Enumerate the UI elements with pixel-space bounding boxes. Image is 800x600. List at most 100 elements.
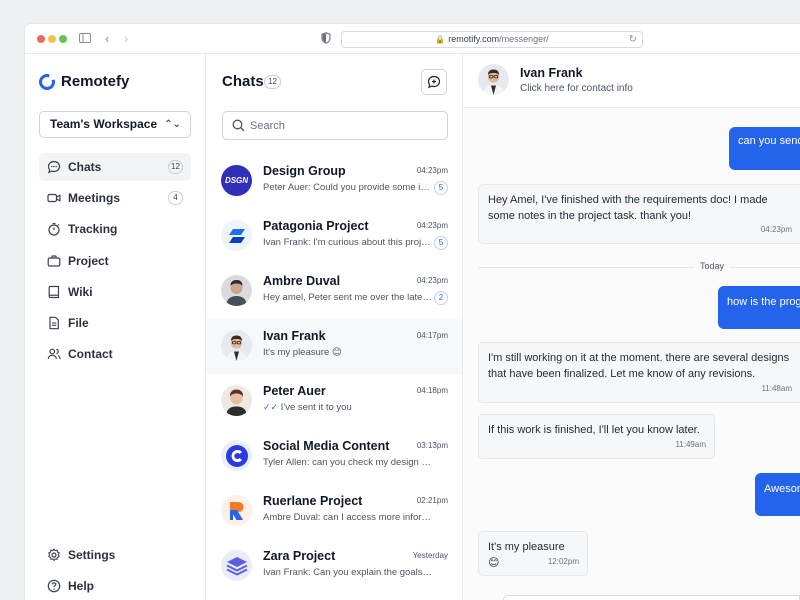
sidebar-item-chats[interactable]: Chats 12 [39, 153, 191, 181]
sidebar-toggle-icon[interactable] [79, 31, 91, 47]
browser-toolbar: ‹ › 🔒 remotify.com/messenger/ ↻ [25, 24, 800, 54]
sidebar-item-label: Wiki [68, 284, 93, 299]
conversation-header[interactable]: Ivan Frank Click here for contact info [463, 54, 800, 108]
unread-badge: 5 [434, 181, 448, 195]
shield-icon[interactable] [321, 32, 331, 48]
new-chat-button[interactable] [421, 69, 447, 95]
chevron-up-down-icon: ⌃⌄ [164, 119, 181, 130]
forward-icon[interactable]: › [124, 31, 128, 47]
sidebar-item-label: File [68, 315, 89, 330]
message-text: Awesome! Th [764, 483, 800, 495]
contact-info-link[interactable]: Click here for contact info [520, 83, 633, 94]
sidebar-item-help[interactable]: Help [39, 572, 191, 600]
message-text: can you send [738, 135, 800, 147]
avatar [478, 64, 509, 95]
search-box[interactable] [222, 111, 448, 140]
avatar-text: DSGN [224, 176, 249, 185]
chat-preview: Tyler Allen: can you check my design in … [263, 457, 433, 468]
back-icon[interactable]: ‹ [105, 31, 109, 47]
sidebar-item-contact[interactable]: Contact [39, 340, 191, 368]
chat-time: 04:17pm [416, 331, 448, 340]
url-path: /messenger/ [499, 34, 549, 44]
double-check-icon: ✓✓ [263, 402, 279, 412]
message-text: I'm still working on it at the moment. t… [488, 352, 790, 380]
chat-preview-row: ✓✓ I've sent it to you [263, 402, 433, 413]
workspace-label: Team's Workspace [50, 117, 158, 131]
browser-window: ‹ › 🔒 remotify.com/messenger/ ↻ Remotefy … [25, 24, 800, 600]
lock-icon: 🔒 [435, 35, 446, 44]
message-outgoing: Awesome! Th [755, 473, 800, 516]
sidebar-item-label: Tracking [68, 222, 118, 237]
chat-item-ambre-duval[interactable]: Ambre Duval 04:23pm Hey amel, Peter sent… [206, 264, 462, 319]
chat-item-design-group[interactable]: DSGN Design Group 04:23pm Peter Auer: Co… [206, 154, 462, 209]
chat-preview: Ivan Frank: Can you explain the goals an… [263, 567, 433, 578]
reload-icon[interactable]: ↻ [629, 32, 637, 47]
document-icon [47, 316, 61, 330]
day-divider: Today [478, 261, 800, 273]
message-outgoing: how is the progress [718, 286, 800, 329]
maximize-window-button[interactable] [59, 35, 67, 43]
sidebar-item-wiki[interactable]: Wiki [39, 278, 191, 306]
sidebar-item-meetings[interactable]: Meetings 4 [39, 184, 191, 212]
chat-preview: Ivan Frank: I'm curious about this proje… [263, 237, 433, 248]
chat-name: Peter Auer [263, 384, 326, 398]
message-time: 11:49am [675, 440, 706, 449]
search-input[interactable] [250, 118, 440, 134]
avatar [221, 330, 252, 361]
message-incoming: It's my pleasure 😊 12:02pm [478, 531, 588, 576]
chat-name: Ivan Frank [263, 329, 326, 343]
brand-logo[interactable]: Remotefy [39, 72, 129, 90]
help-circle-icon [47, 579, 61, 593]
chat-item-peter-auer[interactable]: Peter Auer 04:18pm ✓✓ I've sent it to yo… [206, 374, 462, 429]
message-time: 04:23pm [760, 225, 792, 234]
person-photo-icon [226, 389, 247, 416]
message-time: 11:48am [761, 384, 792, 393]
chat-time: 02:21pm [416, 496, 448, 505]
sidebar-nav: Chats 12 Meetings 4 Tracking Project Wik… [39, 153, 191, 371]
briefcase-icon [47, 254, 61, 268]
workspace-select[interactable]: Team's Workspace ⌃⌄ [39, 111, 191, 138]
chat-time: 03:13pm [416, 441, 448, 450]
chat-time: 04:23pm [416, 166, 448, 175]
close-window-button[interactable] [37, 35, 45, 43]
avatar [221, 495, 252, 526]
minimize-window-button[interactable] [48, 35, 56, 43]
chat-item-ivan-frank[interactable]: Ivan Frank 04:17pm It's my pleasure 😊 [206, 319, 462, 374]
chat-list-panel: Chats 12 DSGN Design Group 04:23pm Peter… [206, 54, 463, 600]
video-camera-icon [47, 191, 61, 205]
sidebar-item-file[interactable]: File [39, 309, 191, 337]
day-label: Today [694, 261, 731, 271]
chat-item-zara-project[interactable]: Zara Project Yesterday Ivan Frank: Can y… [206, 539, 462, 594]
chat-item-patagonia-project[interactable]: Patagonia Project 04:23pm Ivan Frank: I'… [206, 209, 462, 264]
patagonia-logo-icon [228, 228, 245, 243]
address-bar[interactable]: 🔒 remotify.com/messenger/ ↻ [341, 31, 643, 48]
chat-preview: I've sent it to you [280, 402, 352, 413]
sidebar-item-settings[interactable]: Settings [39, 541, 191, 569]
chat-preview: It's my pleasure 😊 [263, 347, 342, 358]
person-photo-icon [226, 280, 247, 306]
chats-count-badge: 12 [168, 160, 183, 174]
chat-count-badge: 12 [264, 75, 281, 89]
avatar [221, 440, 252, 471]
person-photo-icon [483, 69, 504, 95]
ruerlane-logo-icon [229, 501, 243, 520]
sidebar-item-project[interactable]: Project [39, 247, 191, 275]
divider-line [478, 267, 800, 268]
chat-name: Ambre Duval [263, 274, 341, 288]
sidebar-item-label: Contact [68, 347, 113, 362]
meetings-count-badge: 4 [168, 191, 183, 206]
message-composer[interactable] [503, 595, 800, 600]
book-icon [47, 285, 61, 299]
chat-preview: Ambre Duval: can I access more informati… [263, 512, 433, 523]
chat-item-social-media-content[interactable]: Social Media Content 03:13pm Tyler Allen… [206, 429, 462, 484]
users-icon [47, 347, 61, 361]
avatar [221, 275, 252, 306]
avatar: DSGN [221, 165, 252, 196]
sidebar-item-label: Meetings [68, 191, 121, 206]
chat-name: Zara Project [263, 549, 336, 563]
chat-items: DSGN Design Group 04:23pm Peter Auer: Co… [206, 154, 462, 594]
sidebar-item-tracking[interactable]: Tracking [39, 215, 191, 243]
remotefy-logo-icon [39, 72, 56, 90]
chat-item-ruerlane-project[interactable]: Ruerlane Project 02:21pm Ambre Duval: ca… [206, 484, 462, 539]
unread-badge: 5 [434, 236, 448, 250]
